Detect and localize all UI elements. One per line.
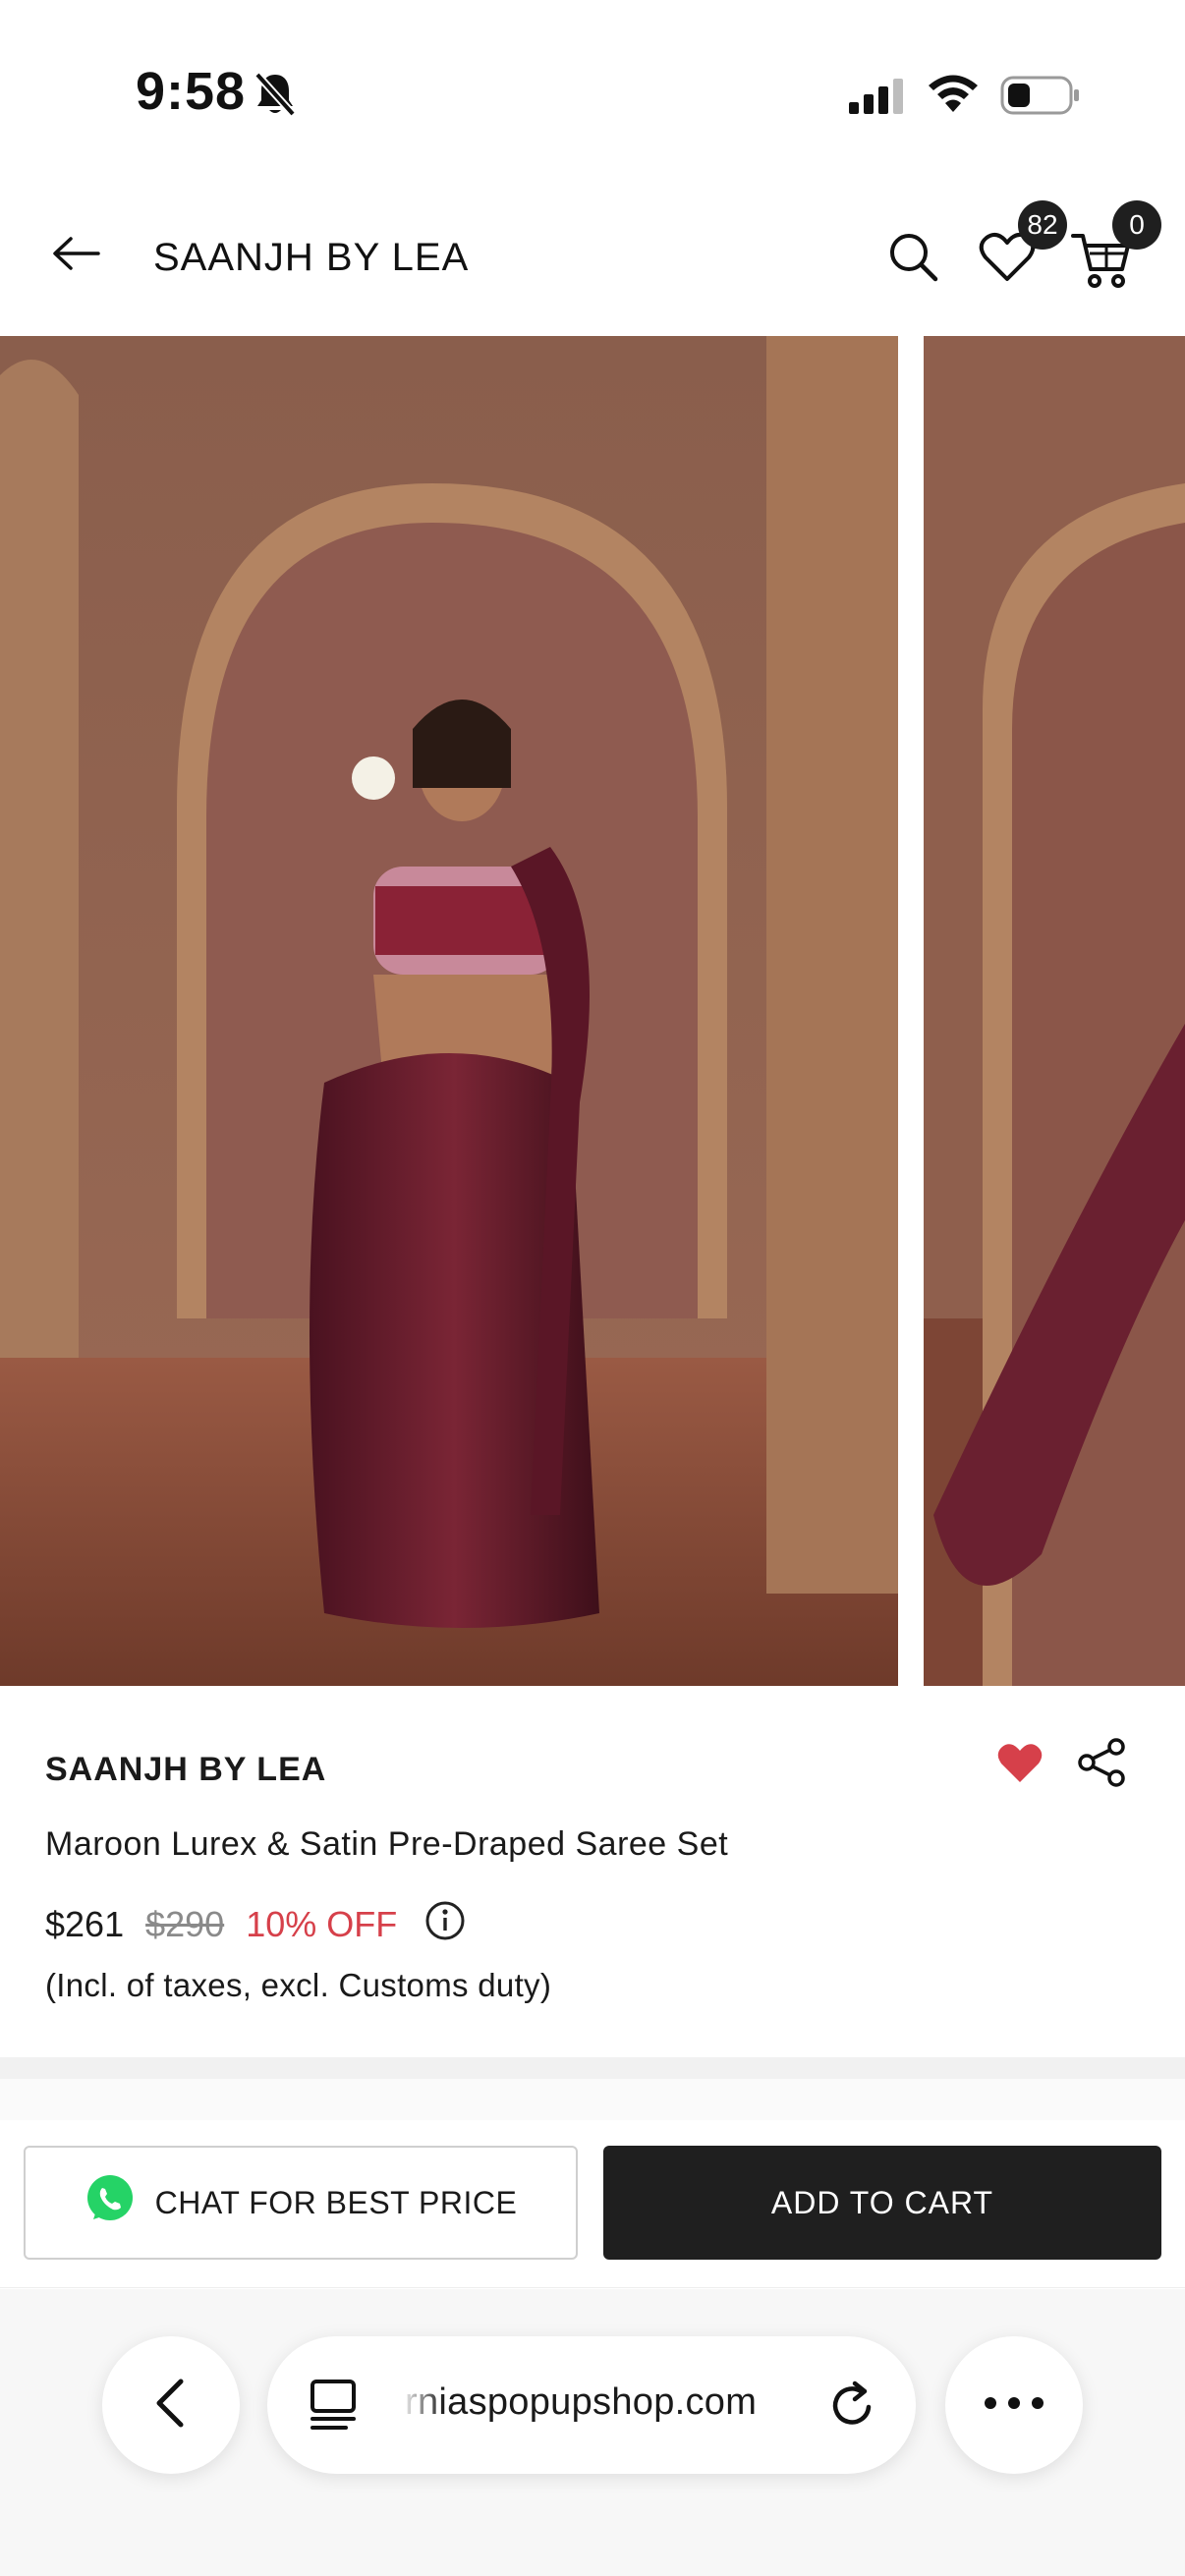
browser-more-button[interactable] [945, 2336, 1083, 2474]
chat-for-best-price-button[interactable]: CHAT FOR BEST PRICE [24, 2146, 578, 2260]
cellular-signal-icon [847, 79, 906, 119]
discount-label: 10% OFF [246, 1904, 398, 1944]
product-brand[interactable]: SAANJH BY LEA [45, 1751, 326, 1789]
ellipsis-icon [983, 2395, 1045, 2416]
product-image-main[interactable] [0, 336, 898, 1686]
section-divider [0, 2057, 1185, 2079]
silent-bell-icon [254, 71, 297, 123]
back-arrow-icon[interactable] [49, 230, 104, 282]
url-fade-overlay [405, 2368, 444, 2446]
cart-count-badge: 0 [1112, 200, 1161, 250]
wifi-icon [926, 71, 981, 119]
add-to-cart-button[interactable]: ADD TO CART [603, 2146, 1161, 2260]
product-image-next[interactable] [924, 336, 1185, 1686]
add-to-cart-label: ADD TO CART [770, 2184, 994, 2220]
status-time: 9:58 [136, 62, 247, 121]
battery-icon [1000, 75, 1081, 121]
original-price: $290 [145, 1904, 225, 1944]
whatsapp-icon [85, 2173, 136, 2232]
reload-icon[interactable] [823, 2378, 880, 2439]
wishlist-count-badge: 82 [1018, 200, 1067, 250]
chat-button-label: CHAT FOR BEST PRICE [154, 2184, 518, 2220]
product-image-gallery[interactable] [0, 336, 1185, 1686]
section-divider-lower [0, 2079, 1185, 2121]
share-icon[interactable] [1077, 1737, 1128, 1793]
favorite-heart-icon[interactable] [996, 1741, 1044, 1789]
tax-note: (Incl. of taxes, excl. Customs duty) [45, 1967, 552, 2003]
url-text[interactable]: rniaspopupshop.com [405, 2381, 757, 2424]
search-icon[interactable] [886, 230, 941, 290]
tab-overview-icon[interactable] [307, 2376, 366, 2439]
current-price: $261 [45, 1904, 125, 1944]
browser-back-button[interactable] [102, 2336, 240, 2474]
chevron-left-icon [151, 2376, 191, 2436]
price-row: $261 $290 10% OFF [45, 1900, 466, 1949]
page-title: SAANJH BY LEA [153, 236, 470, 279]
product-name: Maroon Lurex & Satin Pre-Draped Saree Se… [45, 1825, 729, 1863]
info-icon[interactable] [424, 1900, 466, 1950]
